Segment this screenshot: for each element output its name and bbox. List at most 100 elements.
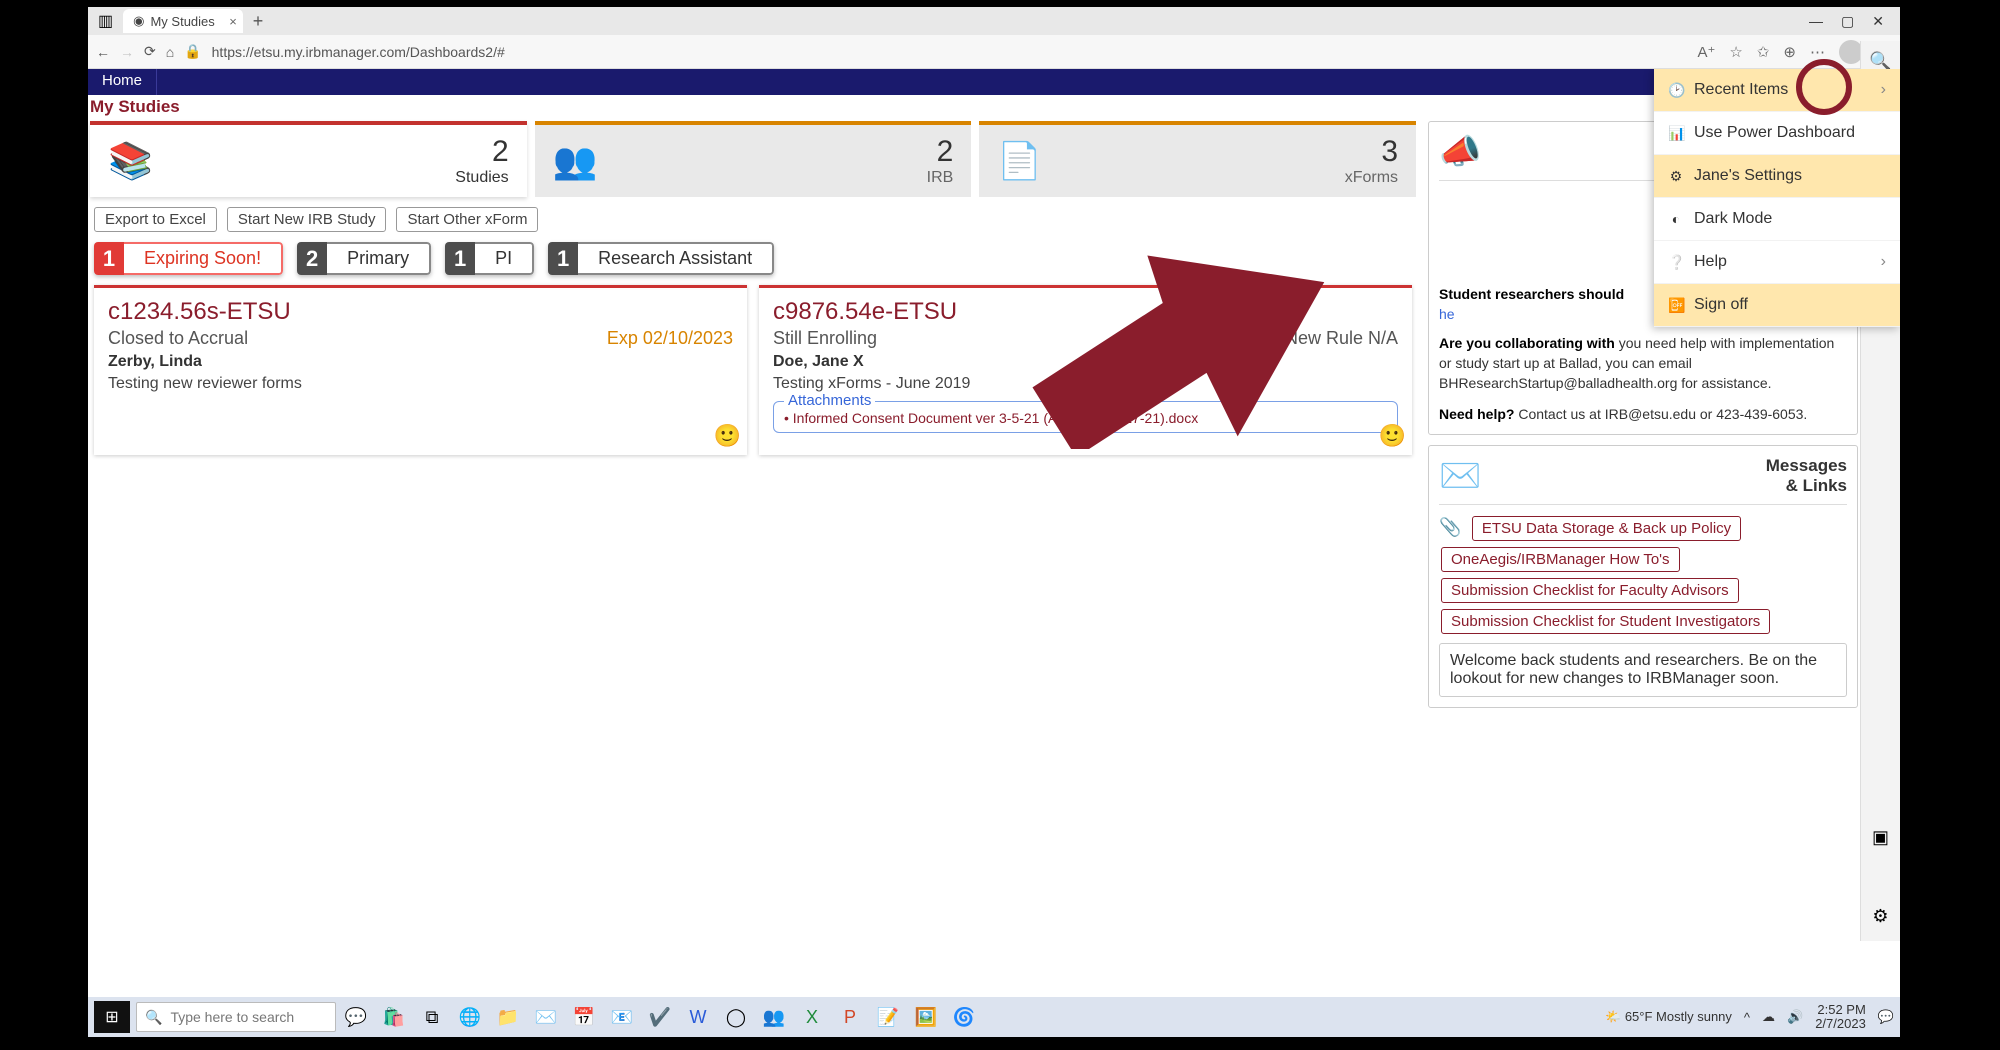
outlook-icon[interactable]: 📧 xyxy=(608,1003,636,1031)
filter-label: Primary xyxy=(327,242,431,275)
webex-icon[interactable]: ◯ xyxy=(722,1003,750,1031)
message-link[interactable]: OneAegis/IRBManager How To's xyxy=(1441,547,1680,572)
menu-item-sign-off[interactable]: 📴 Sign off xyxy=(1654,284,1900,327)
avatar-icon: 🙂 xyxy=(714,423,741,449)
windows-taskbar: ⊞ 🔍 Type here to search 💬 🛍️ ⧉ 🌐 📁 ✉️ 📅 … xyxy=(88,997,1900,1037)
message-link[interactable]: ETSU Data Storage & Back up Policy xyxy=(1472,516,1741,541)
window-minimize[interactable]: — xyxy=(1809,13,1823,30)
tab-title: My Studies xyxy=(150,14,214,29)
study-id[interactable]: c1234.56s-ETSU xyxy=(108,298,733,326)
filter-label: PI xyxy=(475,242,534,275)
user-menu: 🕑 Recent Items ›📊 Use Power Dashboard ⚙ … xyxy=(1654,69,1900,327)
menu-label: Dark Mode xyxy=(1694,210,1772,228)
filter-expiring-soon-[interactable]: 1 Expiring Soon! xyxy=(94,242,283,275)
photos-icon[interactable]: 🖼️ xyxy=(912,1003,940,1031)
filter-count: 1 xyxy=(445,242,475,275)
menu-label: Recent Items xyxy=(1694,81,1788,99)
menu-item-use-power-dashboard[interactable]: 📊 Use Power Dashboard xyxy=(1654,112,1900,155)
study-status: Still Enrolling xyxy=(773,328,877,349)
url-text[interactable]: https://etsu.my.irbmanager.com/Dashboard… xyxy=(212,44,1688,60)
filter-primary[interactable]: 2 Primary xyxy=(297,242,431,275)
stat-card-xforms[interactable]: 📄 3xForms xyxy=(979,121,1416,197)
menu-item-help[interactable]: ❔ Help › xyxy=(1654,241,1900,284)
menu-icon: 🕑 xyxy=(1668,82,1684,99)
browser-tab[interactable]: ◉ My Studies × xyxy=(123,9,243,33)
cortana-icon[interactable]: 💬 xyxy=(342,1003,370,1031)
menu-item-jane-s-settings[interactable]: ⚙ Jane's Settings xyxy=(1654,155,1900,198)
filter-research-assistant[interactable]: 1 Research Assistant xyxy=(548,242,774,275)
powerpoint-icon[interactable]: P xyxy=(836,1003,864,1031)
notifications-icon[interactable]: 💬 xyxy=(1878,1009,1894,1025)
export-excel-button[interactable]: Export to Excel xyxy=(94,207,217,232)
gear-icon[interactable]: ⚙ xyxy=(1872,906,1888,927)
study-pi: Doe, Jane X xyxy=(773,353,1398,371)
stat-card-irb[interactable]: 👥 2IRB xyxy=(535,121,972,197)
new-tab-button[interactable]: + xyxy=(247,11,270,32)
lock-icon[interactable]: 🔒 xyxy=(184,43,201,60)
menu-icon: 📴 xyxy=(1668,297,1684,314)
study-status: Closed to Accrual xyxy=(108,328,248,349)
search-placeholder: Type here to search xyxy=(170,1009,294,1025)
stat-card-studies[interactable]: 📚 2Studies xyxy=(90,121,527,197)
close-icon[interactable]: × xyxy=(229,14,237,29)
favorites-icon[interactable]: ✩ xyxy=(1757,43,1770,61)
calendar-icon[interactable]: 📅 xyxy=(570,1003,598,1031)
attachment-link[interactable]: Informed Consent Document ver 3-5-21 (Ap… xyxy=(784,410,1387,426)
taskbar-clock[interactable]: 2:52 PM 2/7/2023 xyxy=(1815,1003,1866,1032)
start-other-xform-button[interactable]: Start Other xForm xyxy=(396,207,538,232)
window-close[interactable]: ✕ xyxy=(1872,13,1884,30)
nav-home[interactable]: Home xyxy=(88,69,157,95)
notepad-icon[interactable]: 📝 xyxy=(874,1003,902,1031)
refresh-icon[interactable]: ⟳ xyxy=(144,43,156,60)
edge-icon[interactable]: 🌀 xyxy=(950,1003,978,1031)
excel-icon[interactable]: X xyxy=(798,1003,826,1031)
chevron-right-icon: › xyxy=(1881,253,1886,271)
collections-icon[interactable]: ⊕ xyxy=(1783,43,1796,61)
here-link[interactable]: he xyxy=(1439,306,1455,322)
home-icon[interactable]: ⌂ xyxy=(166,44,174,60)
extensions-icon[interactable]: ⋯ xyxy=(1810,43,1825,61)
word-icon[interactable]: W xyxy=(684,1003,712,1031)
menu-label: Help xyxy=(1694,253,1727,271)
filter-row: 1 Expiring Soon! 2 Primary 1 PI 1 Research … xyxy=(90,242,1416,285)
study-card[interactable]: c9876.54e-ETSU Still Enrolling Exp New R… xyxy=(759,285,1412,455)
studies-grid: c1234.56s-ETSU Closed to Accrual Exp 02/… xyxy=(90,285,1416,455)
weather-widget[interactable]: 🌤️ 65°F Mostly sunny xyxy=(1605,1009,1732,1025)
menu-icon: ⚙ xyxy=(1668,168,1684,185)
box-icon[interactable]: ▣ xyxy=(1872,827,1889,848)
menu-label: Sign off xyxy=(1694,296,1748,314)
start-button[interactable]: ⊞ xyxy=(94,1001,130,1033)
tray-volume-icon[interactable]: 🔊 xyxy=(1787,1009,1803,1025)
store-icon[interactable]: 🛍️ xyxy=(380,1003,408,1031)
taskbar-search[interactable]: 🔍 Type here to search xyxy=(136,1002,336,1032)
start-new-irb-button[interactable]: Start New IRB Study xyxy=(227,207,387,232)
window-maximize[interactable]: ▢ xyxy=(1841,13,1854,30)
explorer-icon[interactable]: 📁 xyxy=(494,1003,522,1031)
star-icon[interactable]: ☆ xyxy=(1729,43,1742,61)
menu-icon: 📊 xyxy=(1668,125,1684,142)
search-icon: 🔍 xyxy=(145,1009,162,1026)
task-view-icon[interactable]: ⧉ xyxy=(418,1003,446,1031)
message-link[interactable]: Submission Checklist for Student Investi… xyxy=(1441,609,1770,634)
address-bar: ← → ⟳ ⌂ 🔒 https://etsu.my.irbmanager.com… xyxy=(88,35,1900,69)
mail-icon[interactable]: ✉️ xyxy=(532,1003,560,1031)
chrome-icon[interactable]: 🌐 xyxy=(456,1003,484,1031)
read-aloud-icon[interactable]: A⁺ xyxy=(1697,43,1715,61)
study-pi: Zerby, Linda xyxy=(108,353,733,371)
avatar-icon: 🙂 xyxy=(1379,423,1406,449)
study-card[interactable]: c1234.56s-ETSU Closed to Accrual Exp 02/… xyxy=(94,285,747,455)
menu-item-recent-items[interactable]: 🕑 Recent Items › xyxy=(1654,69,1900,112)
tray-cloud-icon[interactable]: ☁ xyxy=(1762,1009,1775,1025)
todo-icon[interactable]: ✔️ xyxy=(646,1003,674,1031)
menu-icon: ❔ xyxy=(1668,254,1684,271)
back-icon[interactable]: ← xyxy=(96,44,110,60)
tray-chevron-icon[interactable]: ^ xyxy=(1744,1010,1750,1025)
study-id[interactable]: c9876.54e-ETSU xyxy=(773,298,1398,326)
tabs-icon[interactable]: ▥ xyxy=(92,11,119,31)
teams-icon[interactable]: 👥 xyxy=(760,1003,788,1031)
filter-pi[interactable]: 1 PI xyxy=(445,242,534,275)
message-link[interactable]: Submission Checklist for Faculty Advisor… xyxy=(1441,578,1739,603)
filter-count: 1 xyxy=(94,242,124,275)
menu-item-dark-mode[interactable]: ◐ Dark Mode xyxy=(1654,198,1900,241)
study-expiration: Exp New Rule N/A xyxy=(1249,328,1398,349)
